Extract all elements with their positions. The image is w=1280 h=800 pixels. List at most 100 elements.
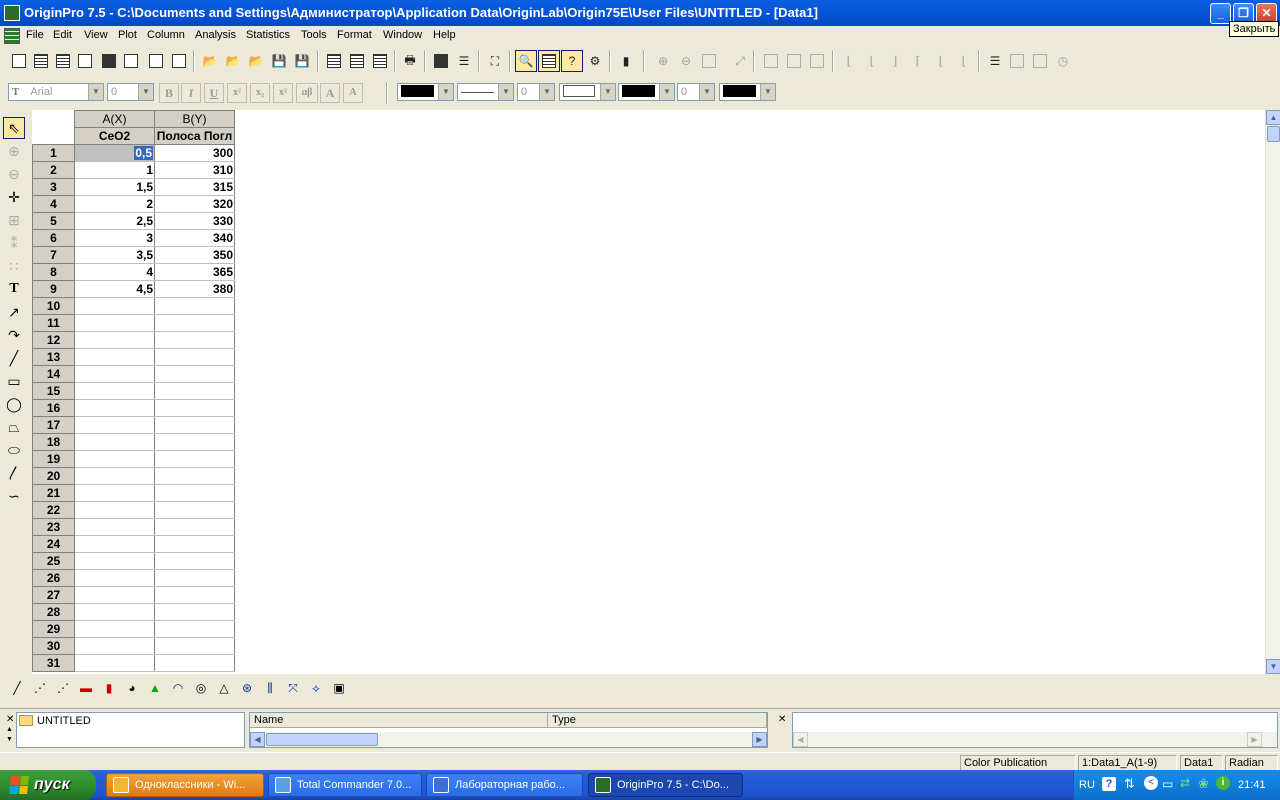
info-icon[interactable]: i bbox=[1216, 776, 1230, 790]
new-function-icon[interactable] bbox=[120, 50, 142, 72]
cell-a[interactable] bbox=[74, 331, 155, 349]
align-lines-icon[interactable]: ☰ bbox=[984, 50, 1006, 72]
scroll-thumb[interactable] bbox=[1267, 126, 1280, 142]
line-plot-icon[interactable]: ╱ bbox=[6, 677, 28, 699]
axis-bottom-icon[interactable]: ⌊ bbox=[838, 50, 860, 72]
results-log-icon[interactable]: 🔍 bbox=[515, 50, 537, 72]
supersub-icon[interactable]: x² bbox=[273, 83, 293, 103]
cell-a[interactable] bbox=[74, 484, 155, 502]
cell-b[interactable]: 350 bbox=[154, 246, 235, 264]
scroll-left-icon[interactable]: ◀ bbox=[250, 732, 265, 747]
axis-right-icon[interactable]: ⌋ bbox=[884, 50, 906, 72]
cell-a[interactable]: 2,5 bbox=[74, 212, 155, 230]
region-tool-icon[interactable]: ⬭ bbox=[3, 439, 25, 461]
double-y-icon[interactable]: ⟡ bbox=[305, 677, 327, 699]
new-worksheet-icon[interactable] bbox=[30, 50, 52, 72]
document-icon[interactable] bbox=[4, 28, 20, 44]
column-header-a[interactable]: A(X) bbox=[74, 110, 155, 128]
save-icon[interactable]: 💾 bbox=[268, 50, 290, 72]
import-multiple-ascii-icon[interactable] bbox=[346, 50, 368, 72]
row-header[interactable]: 27 bbox=[32, 586, 75, 604]
help-icon[interactable]: ? bbox=[1102, 777, 1116, 791]
font-color-combo[interactable]: ▼ bbox=[397, 83, 454, 101]
cell-b[interactable]: 330 bbox=[154, 212, 235, 230]
code-builder-icon[interactable]: ⚙ bbox=[584, 50, 606, 72]
cell-a[interactable] bbox=[74, 569, 155, 587]
explorer-close-icon[interactable]: ✕ bbox=[6, 714, 14, 725]
import-wizard-icon[interactable] bbox=[369, 50, 391, 72]
duplicate-icon[interactable] bbox=[430, 50, 452, 72]
add-new-columns-icon[interactable]: ▮ bbox=[615, 50, 637, 72]
column-label-a[interactable]: CeO2 bbox=[74, 127, 155, 145]
row-header[interactable]: 13 bbox=[32, 348, 75, 366]
horizontal-scrollbar[interactable]: ◀ ▶ bbox=[250, 732, 767, 747]
vector-plot-icon[interactable]: ⤧ bbox=[282, 677, 304, 699]
data-selector-icon[interactable]: ⁑ bbox=[3, 232, 25, 254]
row-header[interactable]: 16 bbox=[32, 399, 75, 417]
polyline-tool-icon[interactable]: 〳 bbox=[3, 462, 25, 484]
polygon-tool-icon[interactable]: ⏢ bbox=[3, 416, 25, 438]
axis-top-icon[interactable]: ⌈ bbox=[907, 50, 929, 72]
row-header[interactable]: 11 bbox=[32, 314, 75, 332]
print-icon[interactable]: 🖶 bbox=[399, 50, 421, 72]
language-indicator[interactable]: RU bbox=[1079, 779, 1095, 791]
cell-a[interactable] bbox=[74, 467, 155, 485]
row-header[interactable]: 19 bbox=[32, 450, 75, 468]
row-header[interactable]: 15 bbox=[32, 382, 75, 400]
menu-analysis[interactable]: Analysis bbox=[195, 29, 236, 41]
polar-plot-icon[interactable]: ◎ bbox=[190, 677, 212, 699]
cell-a[interactable] bbox=[74, 416, 155, 434]
task-originpro[interactable]: OriginPro 7.5 - C:\Do... bbox=[588, 773, 743, 797]
scroll-down-icon[interactable]: ▼ bbox=[1266, 659, 1280, 674]
font-combo[interactable]: T Arial ▼ bbox=[8, 83, 104, 101]
new-graph-icon[interactable] bbox=[74, 50, 96, 72]
italic-button[interactable]: I bbox=[181, 83, 201, 103]
new-layout-icon[interactable] bbox=[145, 50, 167, 72]
bar-chart-icon[interactable]: ▬ bbox=[75, 677, 97, 699]
row-header[interactable]: 6 bbox=[32, 229, 75, 247]
fill-pattern-combo[interactable]: ▼ bbox=[559, 83, 616, 101]
chevron-down-icon[interactable]: ▼ bbox=[659, 84, 674, 100]
scroll-up-icon[interactable]: ▲ bbox=[1266, 110, 1280, 125]
arrange-icon[interactable] bbox=[1006, 50, 1028, 72]
freehand-tool-icon[interactable]: ∽ bbox=[3, 485, 25, 507]
chevron-down-icon[interactable]: ▼ bbox=[699, 84, 714, 100]
cell-a[interactable] bbox=[74, 535, 155, 553]
cell-b[interactable] bbox=[154, 484, 235, 502]
menu-help[interactable]: Help bbox=[433, 29, 456, 41]
menu-file[interactable]: File bbox=[26, 29, 44, 41]
row-header[interactable]: 17 bbox=[32, 416, 75, 434]
row-header[interactable]: 22 bbox=[32, 501, 75, 519]
cell-b[interactable] bbox=[154, 654, 235, 672]
open-folder-icon[interactable]: 📂 bbox=[199, 50, 221, 72]
greek-icon[interactable]: αβ bbox=[296, 83, 318, 103]
cell-b[interactable]: 315 bbox=[154, 178, 235, 196]
zoom-in-icon[interactable]: ⊕ bbox=[652, 50, 674, 72]
scroll-right-icon[interactable]: ▶ bbox=[752, 732, 767, 747]
cell-a[interactable]: 2 bbox=[74, 195, 155, 213]
cell-a[interactable]: 0,5 bbox=[74, 144, 155, 162]
subscript-icon[interactable]: x₂ bbox=[250, 83, 270, 103]
cell-a[interactable]: 4,5 bbox=[74, 280, 155, 298]
menu-column[interactable]: Column bbox=[147, 29, 185, 41]
line-style-combo[interactable]: ▼ bbox=[457, 83, 514, 101]
decrease-font-icon[interactable]: A bbox=[343, 83, 363, 103]
new-matrix-icon[interactable] bbox=[98, 50, 120, 72]
cell-a[interactable] bbox=[74, 603, 155, 621]
row-header[interactable]: 23 bbox=[32, 518, 75, 536]
pattern-color-combo[interactable]: ▼ bbox=[719, 83, 776, 101]
cell-b[interactable] bbox=[154, 416, 235, 434]
chevron-down-icon[interactable]: ▼ bbox=[88, 84, 103, 100]
pie-chart-icon[interactable]: ◕ bbox=[121, 677, 143, 699]
zoom-in-tool-icon[interactable]: ⊕ bbox=[3, 140, 25, 162]
cell-a[interactable] bbox=[74, 620, 155, 638]
menu-edit[interactable]: Edit bbox=[53, 29, 72, 41]
cell-a[interactable] bbox=[74, 399, 155, 417]
script-window-icon[interactable] bbox=[538, 50, 560, 72]
command-window-icon[interactable]: ? bbox=[561, 50, 583, 72]
cell-a[interactable] bbox=[74, 433, 155, 451]
row-header[interactable]: 24 bbox=[32, 535, 75, 553]
menu-tools[interactable]: Tools bbox=[301, 29, 327, 41]
folder-untitled[interactable]: UNTITLED bbox=[37, 715, 91, 727]
name-column-header[interactable]: Name bbox=[250, 713, 548, 728]
